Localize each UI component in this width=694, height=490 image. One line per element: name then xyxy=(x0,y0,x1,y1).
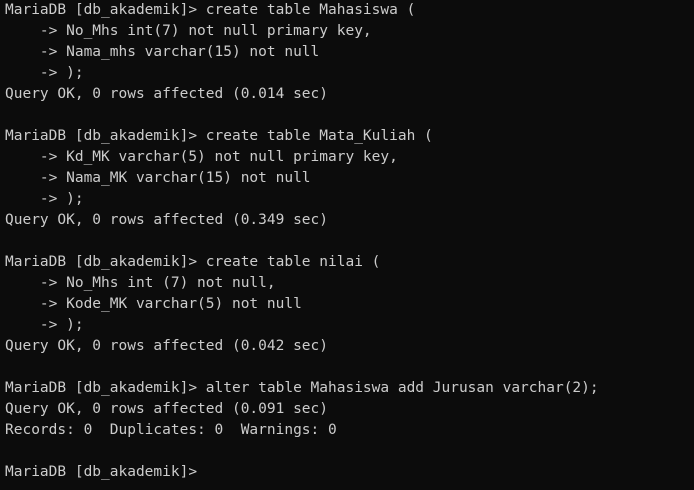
active-prompt-line[interactable]: MariaDB [db_akademik]> xyxy=(5,462,694,483)
continuation-line: -> ); xyxy=(5,191,84,207)
prompt-line-create-mahasiswa: MariaDB [db_akademik]> create table Maha… xyxy=(5,2,416,18)
continuation-line: -> Nama_MK varchar(15) not null xyxy=(5,170,311,186)
continuation-line: -> Nama_mhs varchar(15) not null xyxy=(5,44,320,60)
query-result-line: Query OK, 0 rows affected (0.349 sec) xyxy=(5,212,329,228)
query-result-line: Query OK, 0 rows affected (0.091 sec) xyxy=(5,401,329,417)
prompt-line-create-mata-kuliah: MariaDB [db_akademik]> create table Mata… xyxy=(5,128,433,144)
query-result-line: Query OK, 0 rows affected (0.014 sec) xyxy=(5,86,329,102)
continuation-line: -> No_Mhs int (7) not null, xyxy=(5,275,276,291)
prompt-line-alter-mahasiswa: MariaDB [db_akademik]> alter table Mahas… xyxy=(5,380,599,396)
continuation-line: -> Kd_MK varchar(5) not null primary key… xyxy=(5,149,398,165)
terminal-window[interactable]: MariaDB [db_akademik]> create table Maha… xyxy=(0,0,694,490)
continuation-line: -> ); xyxy=(5,65,84,81)
text-cursor xyxy=(197,462,206,479)
continuation-line: -> No_Mhs int(7) not null primary key, xyxy=(5,23,372,39)
continuation-line: -> ); xyxy=(5,317,84,333)
query-result-line: Query OK, 0 rows affected (0.042 sec) xyxy=(5,338,329,354)
records-summary-line: Records: 0 Duplicates: 0 Warnings: 0 xyxy=(5,422,337,438)
prompt-line-create-nilai: MariaDB [db_akademik]> create table nila… xyxy=(5,254,381,270)
active-prompt-text: MariaDB [db_akademik]> xyxy=(5,464,198,480)
continuation-line: -> Kode_MK varchar(5) not null xyxy=(5,296,302,312)
